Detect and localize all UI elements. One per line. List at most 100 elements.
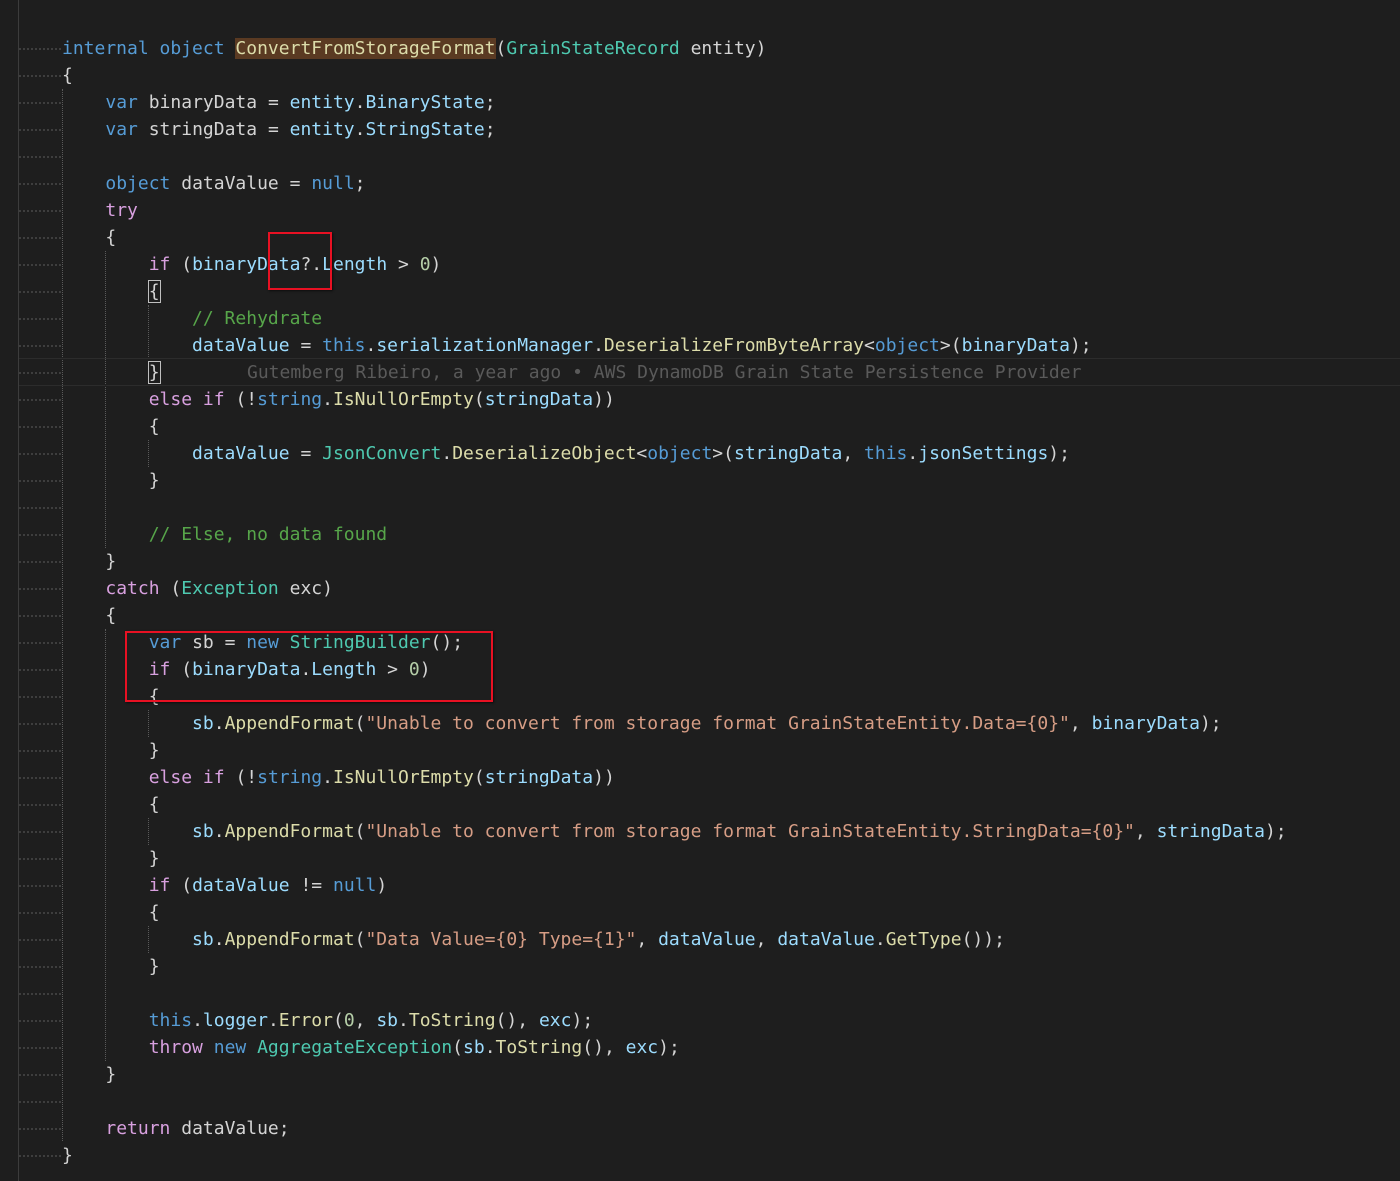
punctuation-token: ; [668, 1037, 680, 1058]
code-line[interactable]: this.logger.Error(0, sb.ToString(), exc)… [19, 1007, 1400, 1034]
code-line[interactable]: internal object ConvertFromStorageFormat… [19, 35, 1400, 62]
brace-token: { [105, 227, 117, 248]
string-token: "Unable to convert from storage format G… [365, 713, 1070, 734]
code-line[interactable]: } [19, 467, 1400, 494]
comment-token: // Rehydrate [192, 308, 323, 329]
code-editor[interactable]: internal object ConvertFromStorageFormat… [0, 0, 1400, 1181]
punctuation-token: )) [593, 767, 615, 788]
method-name-token[interactable]: ConvertFromStorageFormat [235, 38, 496, 59]
punctuation-token: , [1134, 821, 1146, 842]
identifier-token: sb [463, 1037, 485, 1058]
code-line[interactable]: { [19, 602, 1400, 629]
editor-margin [0, 0, 18, 1181]
code-line[interactable]: { [19, 791, 1400, 818]
code-line[interactable] [19, 494, 1400, 521]
code-line[interactable]: { [19, 278, 1400, 305]
punctuation-token: ) [430, 254, 442, 275]
punctuation-token: , [636, 929, 648, 950]
code-line[interactable]: if (binaryData?.Length > 0) [19, 251, 1400, 278]
code-line[interactable]: try [19, 197, 1400, 224]
code-line[interactable]: { [19, 413, 1400, 440]
code-line[interactable]: var binaryData = entity.BinaryState; [19, 89, 1400, 116]
identifier-token: entity [289, 119, 355, 140]
git-blame-annotation[interactable]: Gutemberg Ribeiro, a year ago • AWS Dyna… [247, 359, 1081, 386]
keyword-token: if [202, 767, 225, 788]
brace-token: } [147, 361, 161, 384]
code-line[interactable] [19, 143, 1400, 170]
method-token[interactable]: AppendFormat [225, 821, 355, 842]
code-line[interactable]: object dataValue = null; [19, 170, 1400, 197]
property-token: BinaryState [365, 92, 485, 113]
brace-token: { [148, 416, 160, 437]
code-line[interactable]: return dataValue; [19, 1115, 1400, 1142]
code-line[interactable]: { [19, 899, 1400, 926]
punctuation-token: ( [473, 389, 485, 410]
method-token[interactable]: AppendFormat [225, 713, 355, 734]
type-token[interactable]: Exception [181, 578, 279, 599]
code-line[interactable] [19, 1088, 1400, 1115]
brace-token: } [105, 551, 117, 572]
code-line[interactable]: sb.AppendFormat("Data Value={0} Type={1}… [19, 926, 1400, 953]
code-line[interactable]: } [19, 1142, 1400, 1169]
identifier-token: sb [192, 929, 214, 950]
method-token[interactable]: Error [279, 1010, 333, 1031]
code-line[interactable]: throw new AggregateException(sb.ToString… [19, 1034, 1400, 1061]
method-token[interactable]: AppendFormat [225, 929, 355, 950]
code-line[interactable]: } Gutemberg Ribeiro, a year ago • AWS Dyn… [19, 359, 1400, 386]
code-line[interactable]: sb.AppendFormat("Unable to convert from … [19, 710, 1400, 737]
parameter-token: entity [690, 38, 756, 59]
keyword-token: if [202, 389, 225, 410]
property-token: StringState [365, 119, 485, 140]
type-token[interactable]: GrainStateRecord [506, 38, 679, 59]
keyword-token: else [148, 767, 193, 788]
method-token[interactable]: ToString [496, 1037, 583, 1058]
code-line[interactable]: { [19, 62, 1400, 89]
type-token[interactable]: AggregateException [257, 1037, 452, 1058]
code-line[interactable] [19, 980, 1400, 1007]
method-token[interactable]: ToString [409, 1010, 496, 1031]
code-line[interactable]: } [19, 737, 1400, 764]
keyword-token: object [647, 443, 713, 464]
code-line[interactable]: // Else, no data found [19, 521, 1400, 548]
method-token[interactable]: IsNullOrEmpty [333, 767, 474, 788]
code-line[interactable]: else if (!string.IsNullOrEmpty(stringDat… [19, 764, 1400, 791]
punctuation-token: ) [376, 875, 388, 896]
method-token[interactable]: IsNullOrEmpty [333, 389, 474, 410]
code-line[interactable]: { [19, 224, 1400, 251]
keyword-token: null [311, 173, 355, 194]
keyword-token: try [105, 200, 138, 221]
field-token: serializationManager [376, 335, 594, 356]
operator-token: = [267, 119, 279, 140]
code-line[interactable]: var stringData = entity.StringState; [19, 116, 1400, 143]
code-line[interactable]: else if (!string.IsNullOrEmpty(stringDat… [19, 386, 1400, 413]
punctuation-token: . [874, 929, 886, 950]
code-line[interactable]: sb.AppendFormat("Unable to convert from … [19, 818, 1400, 845]
punctuation-token: (! [235, 767, 258, 788]
code-line[interactable]: catch (Exception exc) [19, 575, 1400, 602]
identifier-token: dataValue [777, 929, 875, 950]
string-token: "Data Value={0} Type={1}" [365, 929, 637, 950]
punctuation-token: ; [484, 92, 496, 113]
code-line[interactable]: } [19, 953, 1400, 980]
method-token[interactable]: DeserializeObject [452, 443, 636, 464]
punctuation-token: . [213, 929, 225, 950]
brace-token: } [148, 848, 160, 869]
brace-token: } [105, 1064, 117, 1085]
code-line[interactable]: // Rehydrate [19, 305, 1400, 332]
punctuation-token: ; [994, 929, 1005, 950]
type-token[interactable]: JsonConvert [322, 443, 441, 464]
keyword-token: object [159, 38, 225, 59]
punctuation-token: . [192, 1010, 203, 1031]
identifier-token: dataValue [192, 443, 290, 464]
code-line[interactable]: dataValue = this.serializationManager.De… [19, 332, 1400, 359]
method-token[interactable]: DeserializeFromByteArray [604, 335, 864, 356]
method-token[interactable]: GetType [886, 929, 962, 950]
code-line[interactable]: dataValue = JsonConvert.DeserializeObjec… [19, 440, 1400, 467]
code-line[interactable]: } [19, 845, 1400, 872]
code-line[interactable]: if (dataValue != null) [19, 872, 1400, 899]
punctuation-token: ) [322, 578, 333, 599]
code-line[interactable]: } [19, 548, 1400, 575]
code-line[interactable]: } [19, 1061, 1400, 1088]
identifier-token: stringData [484, 767, 594, 788]
operator-token: > [398, 254, 409, 275]
